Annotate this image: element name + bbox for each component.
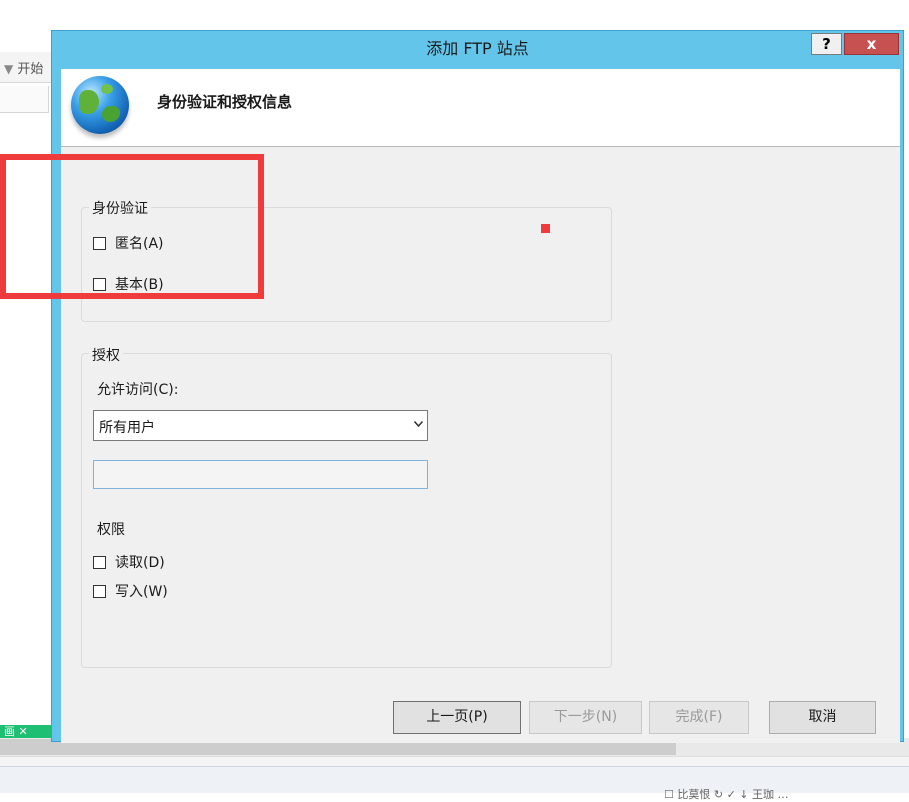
cancel-button[interactable]: 取消 [769, 701, 876, 734]
chevron-down-icon [414, 421, 423, 427]
write-checkbox[interactable] [93, 584, 106, 598]
write-label: 写入(W) [115, 584, 168, 600]
read-label: 读取(D) [115, 555, 165, 571]
read-checkbox-row[interactable]: 读取(D) [93, 552, 165, 572]
dialog-title: 添加 FTP 站点 [426, 39, 529, 58]
background-filter-label: 开始 [17, 62, 44, 77]
marker-dot [541, 224, 550, 233]
help-button[interactable]: ? [811, 33, 842, 55]
permissions-label: 权限 [97, 522, 125, 538]
write-checkbox-row[interactable]: 写入(W) [93, 581, 168, 601]
allow-access-select[interactable]: 所有用户 [93, 410, 428, 441]
read-checkbox[interactable] [93, 555, 106, 569]
highlight-box [0, 154, 264, 299]
add-ftp-site-dialog: 添加 FTP 站点 ? x 身份验证和授权信息 身份验证 匿名(A) 基本(B)… [51, 30, 904, 743]
close-button[interactable]: x [844, 33, 899, 55]
allow-access-label: 允许访问(C): [97, 382, 179, 398]
background-status-text: ☐ 比莫恨 ↻ ✓ ↓ 王珈 … [664, 788, 789, 801]
background-green-tab[interactable]: 画 ✕ [0, 725, 58, 739]
previous-button[interactable]: 上一页(P) [393, 701, 521, 734]
authorization-group [81, 353, 612, 668]
filter-icon: ▼ [4, 62, 14, 76]
background-filter[interactable]: ▼ 开始 [4, 58, 43, 77]
dialog-header: 身份验证和授权信息 [61, 69, 900, 147]
globe-icon [71, 76, 129, 134]
allow-access-value: 所有用户 [99, 420, 155, 436]
users-textbox[interactable] [93, 460, 428, 489]
authorization-group-label: 授权 [89, 345, 123, 365]
next-button[interactable]: 下一步(N) [529, 701, 642, 734]
page-title: 身份验证和授权信息 [157, 93, 293, 111]
finish-button[interactable]: 完成(F) [649, 701, 749, 734]
background-column-header [0, 86, 49, 113]
